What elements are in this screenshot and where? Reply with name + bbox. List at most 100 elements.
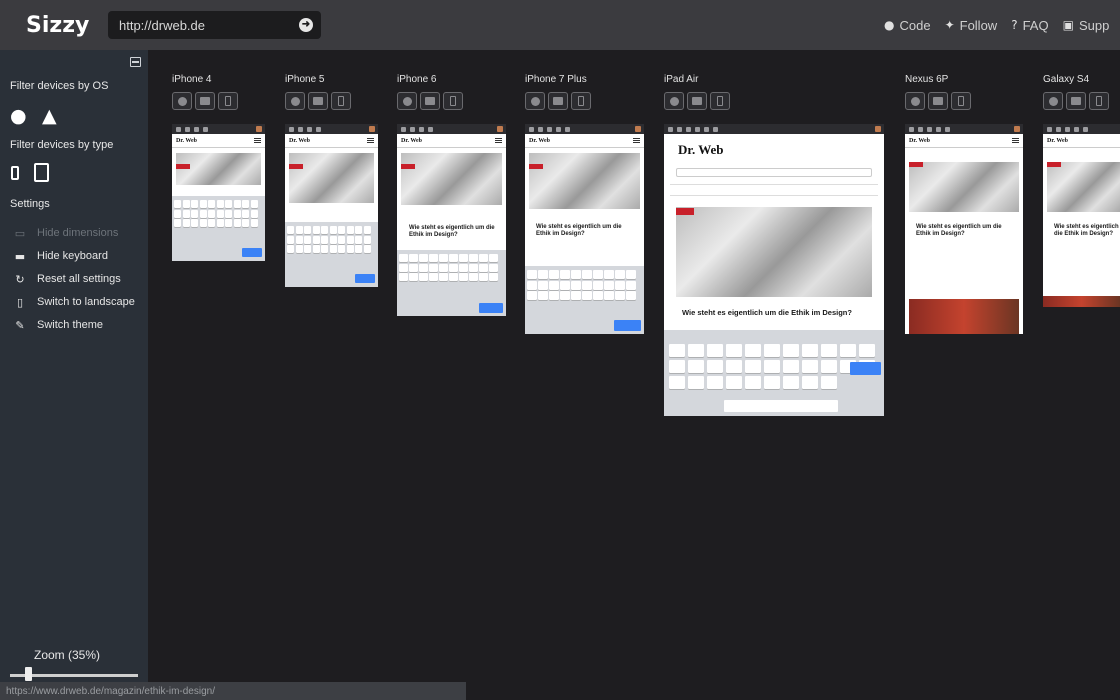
- device-frame-iphone7plus[interactable]: Dr. Web Wie steht es eigentlich um die E…: [525, 124, 644, 334]
- teaser-image: [1043, 296, 1120, 307]
- article-image: [529, 153, 640, 209]
- article-title[interactable]: Wie steht es eigentlich um die Ethik im …: [409, 225, 499, 239]
- code-link[interactable]: ● Code: [884, 18, 931, 33]
- menu-icon[interactable]: [367, 138, 374, 143]
- orientation-button[interactable]: [331, 92, 351, 110]
- site-logo: Dr. Web: [401, 137, 423, 144]
- support-link[interactable]: ▣ Supp: [1063, 18, 1110, 33]
- device-frame-nexus6p[interactable]: Dr. Web Wie steht es eigentlich um die E…: [905, 124, 1023, 334]
- follow-link[interactable]: ✦ Follow: [945, 18, 998, 33]
- device-frame-iphone6[interactable]: Dr. Web Wie steht es eigentlich um die E…: [397, 124, 506, 316]
- device-frame-ipad-air[interactable]: Dr. Web Wie steht es eigentlich um die E…: [664, 124, 884, 416]
- keyboard: [525, 266, 644, 334]
- space-key[interactable]: [724, 400, 838, 412]
- menu-icon[interactable]: [633, 138, 640, 143]
- menu-icon[interactable]: [1012, 138, 1019, 143]
- device-controls: [285, 92, 351, 110]
- search-key[interactable]: [614, 320, 641, 331]
- orientation-button[interactable]: [571, 92, 591, 110]
- keyboard-icon: ▬: [14, 249, 26, 263]
- device-toolbar: [172, 124, 265, 134]
- rotate-button[interactable]: [905, 92, 925, 110]
- site-header: Dr. Web: [397, 134, 506, 148]
- keyboard-icon: [553, 97, 563, 105]
- device-controls: [905, 92, 971, 110]
- rotate-button[interactable]: [397, 92, 417, 110]
- reset-settings-setting[interactable]: ↻ Reset all settings: [12, 272, 120, 286]
- search-key[interactable]: [242, 248, 262, 257]
- keyboard-toggle-button[interactable]: [687, 92, 707, 110]
- keyboard-icon: [313, 97, 323, 105]
- phone-icon: [578, 96, 584, 106]
- collapse-sidebar-icon[interactable]: [130, 57, 141, 67]
- search-key[interactable]: [850, 362, 881, 375]
- orientation-button[interactable]: [710, 92, 730, 110]
- rotate-button[interactable]: [285, 92, 305, 110]
- orientation-button[interactable]: [443, 92, 463, 110]
- phone-icon: [958, 96, 964, 106]
- faq-link[interactable]: ? FAQ: [1011, 18, 1048, 33]
- keyboard-toggle-button[interactable]: [195, 92, 215, 110]
- orientation-button[interactable]: [951, 92, 971, 110]
- device-controls: [172, 92, 238, 110]
- switch-theme-setting[interactable]: ✎ Switch theme: [12, 318, 103, 332]
- category-tag: [1047, 162, 1061, 167]
- device-name-iphone5: iPhone 5: [285, 74, 325, 85]
- rotate-button[interactable]: [525, 92, 545, 110]
- device-frame-iphone4[interactable]: Dr. Web: [172, 124, 265, 261]
- keyboard-toggle-button[interactable]: [308, 92, 328, 110]
- orientation-button[interactable]: [1089, 92, 1109, 110]
- url-input[interactable]: [119, 17, 299, 33]
- phone-icon: [225, 96, 231, 106]
- device-controls: [664, 92, 730, 110]
- rotate-icon: [910, 96, 920, 106]
- url-bar[interactable]: ➜: [108, 11, 321, 39]
- keyboard-toggle-button[interactable]: [928, 92, 948, 110]
- orientation-button[interactable]: [218, 92, 238, 110]
- site-logo: Dr. Web: [176, 137, 198, 144]
- android-icon[interactable]: ▲: [42, 106, 57, 126]
- keyboard-toggle-button[interactable]: [1066, 92, 1086, 110]
- article-title[interactable]: Wie steht es eigentlich um die Ethik im …: [916, 224, 1016, 238]
- zoom-slider-thumb[interactable]: [25, 667, 32, 681]
- device-name-galaxy-s4: Galaxy S4: [1043, 74, 1090, 85]
- question-circle-icon: ?: [1011, 18, 1018, 32]
- keyboard-toggle-button[interactable]: [548, 92, 568, 110]
- article-image: [909, 162, 1019, 212]
- hide-dimensions-label: Hide dimensions: [37, 227, 119, 239]
- switch-landscape-setting[interactable]: ▯ Switch to landscape: [12, 295, 135, 309]
- device-toolbar: [285, 124, 378, 134]
- hide-keyboard-setting[interactable]: ▬ Hide keyboard: [12, 249, 108, 263]
- keyboard-icon: [1071, 97, 1081, 105]
- status-bar-url: https://www.drweb.de/magazin/ethik-im-de…: [0, 682, 466, 700]
- device-frame-iphone5[interactable]: Dr. Web: [285, 124, 378, 287]
- go-button[interactable]: ➜: [299, 18, 313, 32]
- filter-os-heading: Filter devices by OS: [10, 80, 109, 92]
- keyboard-toggle-button[interactable]: [420, 92, 440, 110]
- keyboard-icon: [692, 97, 702, 105]
- rotate-button[interactable]: [1043, 92, 1063, 110]
- device-name-iphone6: iPhone 6: [397, 74, 437, 85]
- menu-icon[interactable]: [254, 138, 261, 143]
- site-search-field[interactable]: [676, 168, 872, 177]
- device-frame-galaxy-s4[interactable]: Dr. Web Wie steht es eigentlich um die E…: [1043, 124, 1120, 307]
- apple-icon[interactable]: ●: [10, 106, 27, 126]
- menu-icon[interactable]: [495, 138, 502, 143]
- support-link-label: Supp: [1078, 17, 1110, 33]
- search-key[interactable]: [355, 274, 375, 283]
- tablet-type-icon[interactable]: [34, 163, 49, 182]
- article-title[interactable]: Wie steht es eigentlich um die Ethik im …: [682, 308, 877, 317]
- rotate-button[interactable]: [172, 92, 192, 110]
- article-title[interactable]: Wie steht es eigentlich um die Ethik im …: [1054, 224, 1120, 238]
- article-image: [676, 207, 872, 297]
- rotate-icon: [530, 96, 540, 106]
- support-icon: ▣: [1062, 18, 1074, 32]
- search-key[interactable]: [479, 303, 503, 313]
- article-image: [1047, 162, 1120, 212]
- site-header: Dr. Web: [285, 134, 378, 148]
- article-title[interactable]: Wie steht es eigentlich um die Ethik im …: [536, 224, 636, 238]
- category-tag: [289, 164, 303, 169]
- rotate-button[interactable]: [664, 92, 684, 110]
- hide-dimensions-setting[interactable]: ▭ Hide dimensions: [12, 226, 119, 240]
- phone-type-icon[interactable]: [11, 166, 19, 180]
